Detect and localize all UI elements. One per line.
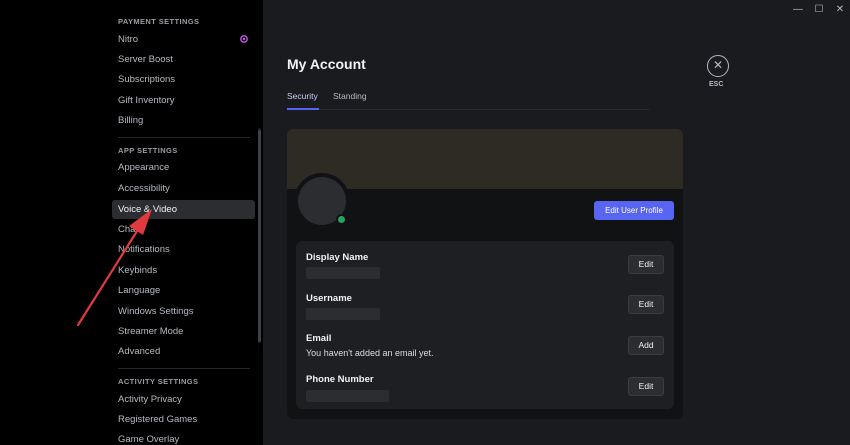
sidebar-item-streamer-mode[interactable]: Streamer Mode xyxy=(112,322,255,341)
sidebar-item-keybinds[interactable]: Keybinds xyxy=(112,261,255,280)
online-status-icon xyxy=(336,214,347,225)
email-label: Email xyxy=(306,333,332,344)
sidebar-item-notifications[interactable]: Notifications xyxy=(112,240,255,259)
sidebar-item-subscriptions[interactable]: Subscriptions xyxy=(112,70,255,89)
sidebar-item-voice-video[interactable]: Voice & Video xyxy=(112,200,255,219)
activity-settings-header: ACTIVITY SETTINGS xyxy=(118,377,199,386)
sidebar-item-language[interactable]: Language xyxy=(112,281,255,300)
close-window-button[interactable]: ✕ xyxy=(833,3,847,17)
add-email-button[interactable]: Add xyxy=(628,336,664,355)
edit-username-button[interactable]: Edit xyxy=(628,295,664,314)
sidebar-item-windows-settings[interactable]: Windows Settings xyxy=(112,302,255,321)
settings-sidebar: PAYMENT SETTINGS Nitro Server Boost Subs… xyxy=(0,0,263,445)
profile-banner xyxy=(287,129,683,189)
payment-settings-header: PAYMENT SETTINGS xyxy=(118,17,200,26)
sidebar-scrollbar-thumb[interactable] xyxy=(258,130,261,342)
close-icon: ✕ xyxy=(712,58,724,72)
nitro-badge-icon xyxy=(240,35,248,43)
page-title: My Account xyxy=(287,56,366,72)
email-value: You haven't added an email yet. xyxy=(306,348,434,358)
active-tab-indicator xyxy=(287,108,319,110)
edit-display-name-button[interactable]: Edit xyxy=(628,255,664,274)
sidebar-divider xyxy=(118,137,250,138)
tab-bar-rule xyxy=(287,109,649,110)
display-name-value xyxy=(306,267,380,279)
sidebar-item-appearance[interactable]: Appearance xyxy=(112,158,255,177)
sidebar-item-server-boost[interactable]: Server Boost xyxy=(112,50,255,69)
sidebar-item-game-overlay[interactable]: Game Overlay xyxy=(112,430,255,445)
esc-label: ESC xyxy=(709,81,724,88)
edit-phone-number-button[interactable]: Edit xyxy=(628,377,664,396)
username-label: Username xyxy=(306,293,352,304)
app-settings-header: APP SETTINGS xyxy=(118,146,178,155)
tab-standing[interactable]: Standing xyxy=(333,91,367,101)
phone-number-label: Phone Number xyxy=(306,374,374,385)
minimize-button[interactable]: — xyxy=(791,3,805,17)
sidebar-item-registered-games[interactable]: Registered Games xyxy=(112,410,255,429)
sidebar-item-nitro[interactable]: Nitro xyxy=(112,30,255,49)
sidebar-item-activity-privacy[interactable]: Activity Privacy xyxy=(112,390,255,409)
display-name-label: Display Name xyxy=(306,252,369,263)
phone-number-value xyxy=(306,390,389,402)
sidebar-item-billing[interactable]: Billing xyxy=(112,111,255,130)
edit-user-profile-button[interactable]: Edit User Profile xyxy=(594,201,674,220)
sidebar-item-chat[interactable]: Chat xyxy=(112,220,255,239)
sidebar-item-gift-inventory[interactable]: Gift Inventory xyxy=(112,91,255,110)
sidebar-divider xyxy=(118,368,250,369)
maximize-button[interactable]: ☐ xyxy=(812,3,826,17)
sidebar-item-accessibility[interactable]: Accessibility xyxy=(112,179,255,198)
tab-security[interactable]: Security xyxy=(287,91,318,101)
esc-close-button[interactable]: ✕ xyxy=(707,55,729,77)
sidebar-item-advanced[interactable]: Advanced xyxy=(112,342,255,361)
username-value xyxy=(306,308,380,320)
